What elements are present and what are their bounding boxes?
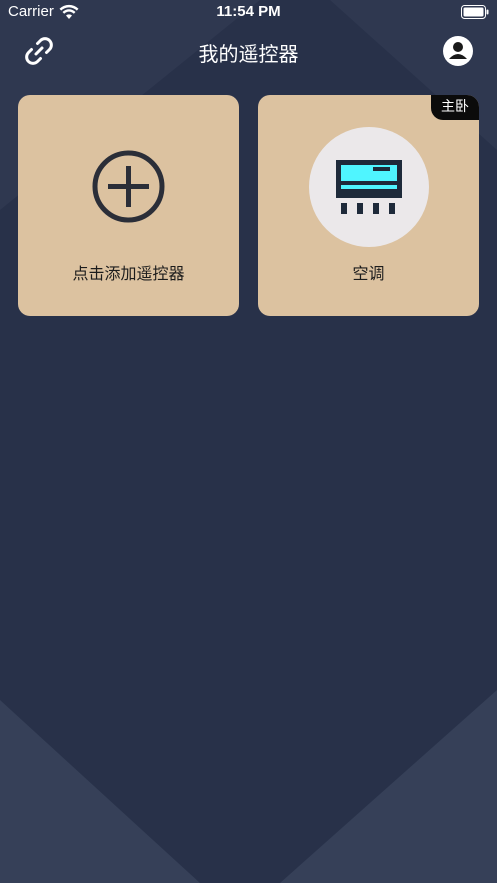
battery-icon [461,5,489,19]
room-badge: 主卧 [431,95,479,120]
device-name-label: 空调 [352,264,385,283]
add-remote-label: 点击添加遥控器 [72,264,185,283]
status-bar: Carrier 11:54 PM [0,0,497,26]
status-time: 11:54 PM [216,3,281,20]
air-conditioner-icon [336,160,402,214]
device-icon-circle [309,127,429,247]
profile-icon[interactable] [443,36,473,66]
remote-card-air-conditioner[interactable]: 空调 主卧 [258,95,479,316]
add-remote-card[interactable]: 点击添加遥控器 [18,95,239,316]
page-title: 我的遥控器 [198,42,299,66]
nav-header: 我的遥控器 [0,28,497,74]
plus-circle-icon [92,150,165,223]
